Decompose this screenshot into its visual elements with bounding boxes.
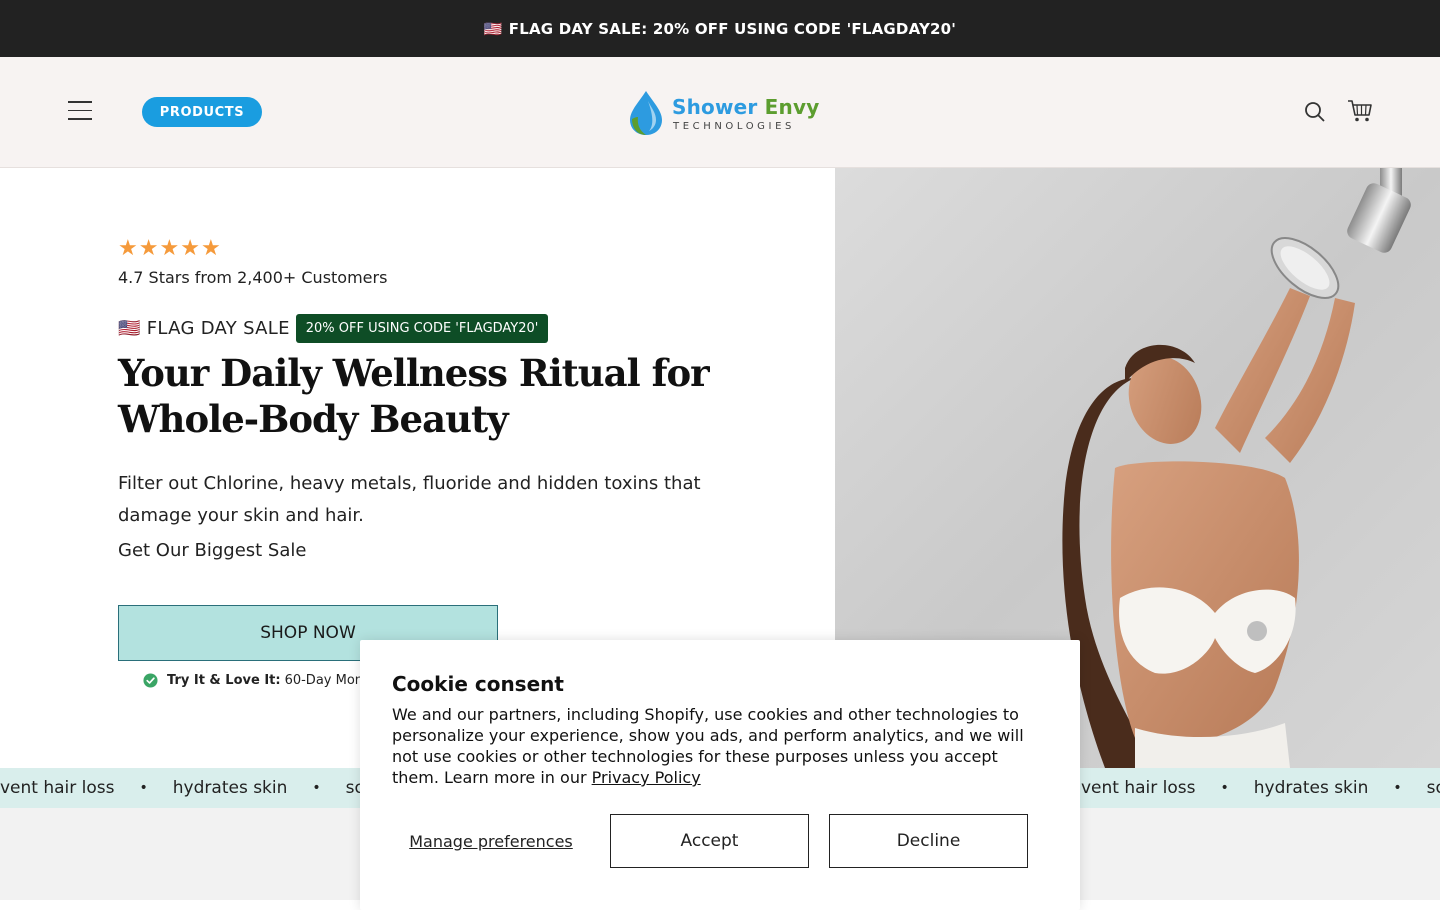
check-badge-icon: [143, 673, 158, 688]
rating-text: 4.7 Stars from 2,400+ Customers: [118, 268, 388, 287]
cookie-consent-dialog: Cookie consent We and our partners, incl…: [360, 640, 1080, 910]
cookie-title: Cookie consent: [392, 672, 564, 696]
cookie-body: We and our partners, including Shopify, …: [392, 705, 1024, 787]
accept-button[interactable]: Accept: [610, 814, 809, 868]
marquee-track-right: vent hair loss • hydrates skin • soften: [1056, 768, 1440, 808]
star-icon: ★: [118, 236, 138, 261]
products-button[interactable]: PRODUCTS: [142, 97, 262, 127]
hero-description: Filter out Chlorine, heavy metals, fluor…: [118, 473, 701, 526]
marquee-separator: •: [312, 780, 321, 796]
guarantee-note: Try It & Love It: 60-Day Money: [143, 673, 379, 688]
search-icon[interactable]: [1304, 101, 1326, 123]
marquee-separator: •: [1393, 780, 1402, 796]
us-flag-icon: 🇺🇸: [118, 318, 141, 339]
decline-button[interactable]: Decline: [829, 814, 1028, 868]
logo-brand-text: Shower Envy: [672, 95, 820, 119]
hero-headline: Your Daily Wellness Ritual for Whole-Bod…: [118, 351, 710, 441]
marquee-item: vent hair loss: [1081, 778, 1196, 798]
guarantee-bold: Try It & Love It:: [167, 673, 281, 688]
star-rating: ★ ★ ★ ★ ★: [118, 238, 221, 260]
star-icon: ★: [200, 236, 221, 261]
star-icon: ★: [159, 236, 180, 261]
cart-icon[interactable]: [1347, 99, 1373, 123]
logo-drop-icon: [630, 91, 662, 135]
logo-tagline: TECHNOLOGIES: [673, 121, 795, 132]
star-icon: ★: [180, 236, 200, 261]
hero-subdescription: Get Our Biggest Sale: [118, 540, 307, 561]
marquee-separator: •: [139, 780, 148, 796]
sale-label: 🇺🇸 FLAG DAY SALE: [118, 318, 290, 339]
marquee-item: hydrates skin: [172, 778, 288, 798]
marquee-separator: •: [1220, 780, 1229, 796]
privacy-policy-link[interactable]: Privacy Policy: [592, 768, 701, 787]
manage-preferences-link[interactable]: Manage preferences: [392, 814, 590, 868]
sale-badge: 20% OFF USING CODE 'FLAGDAY20': [295, 314, 549, 343]
marquee-item: hydrates skin: [1253, 778, 1369, 798]
site-header: PRODUCTS Shower Envy TECHNOLOGIES: [0, 57, 1440, 168]
sale-row: 🇺🇸 FLAG DAY SALE 20% OFF USING CODE 'FLA…: [118, 314, 549, 343]
announcement-text: FLAG DAY SALE: 20% OFF USING CODE 'FLAGD…: [508, 19, 957, 38]
marquee-item: soften: [1426, 778, 1440, 798]
star-icon: ★: [138, 236, 159, 261]
marquee-item: vent hair loss: [0, 778, 115, 798]
menu-icon[interactable]: [68, 101, 92, 121]
us-flag-icon: 🇺🇸: [483, 19, 503, 38]
announcement-bar: 🇺🇸 FLAG DAY SALE: 20% OFF USING CODE 'FL…: [0, 0, 1440, 57]
shower-envy-logo[interactable]: Shower Envy TECHNOLOGIES: [626, 89, 819, 137]
